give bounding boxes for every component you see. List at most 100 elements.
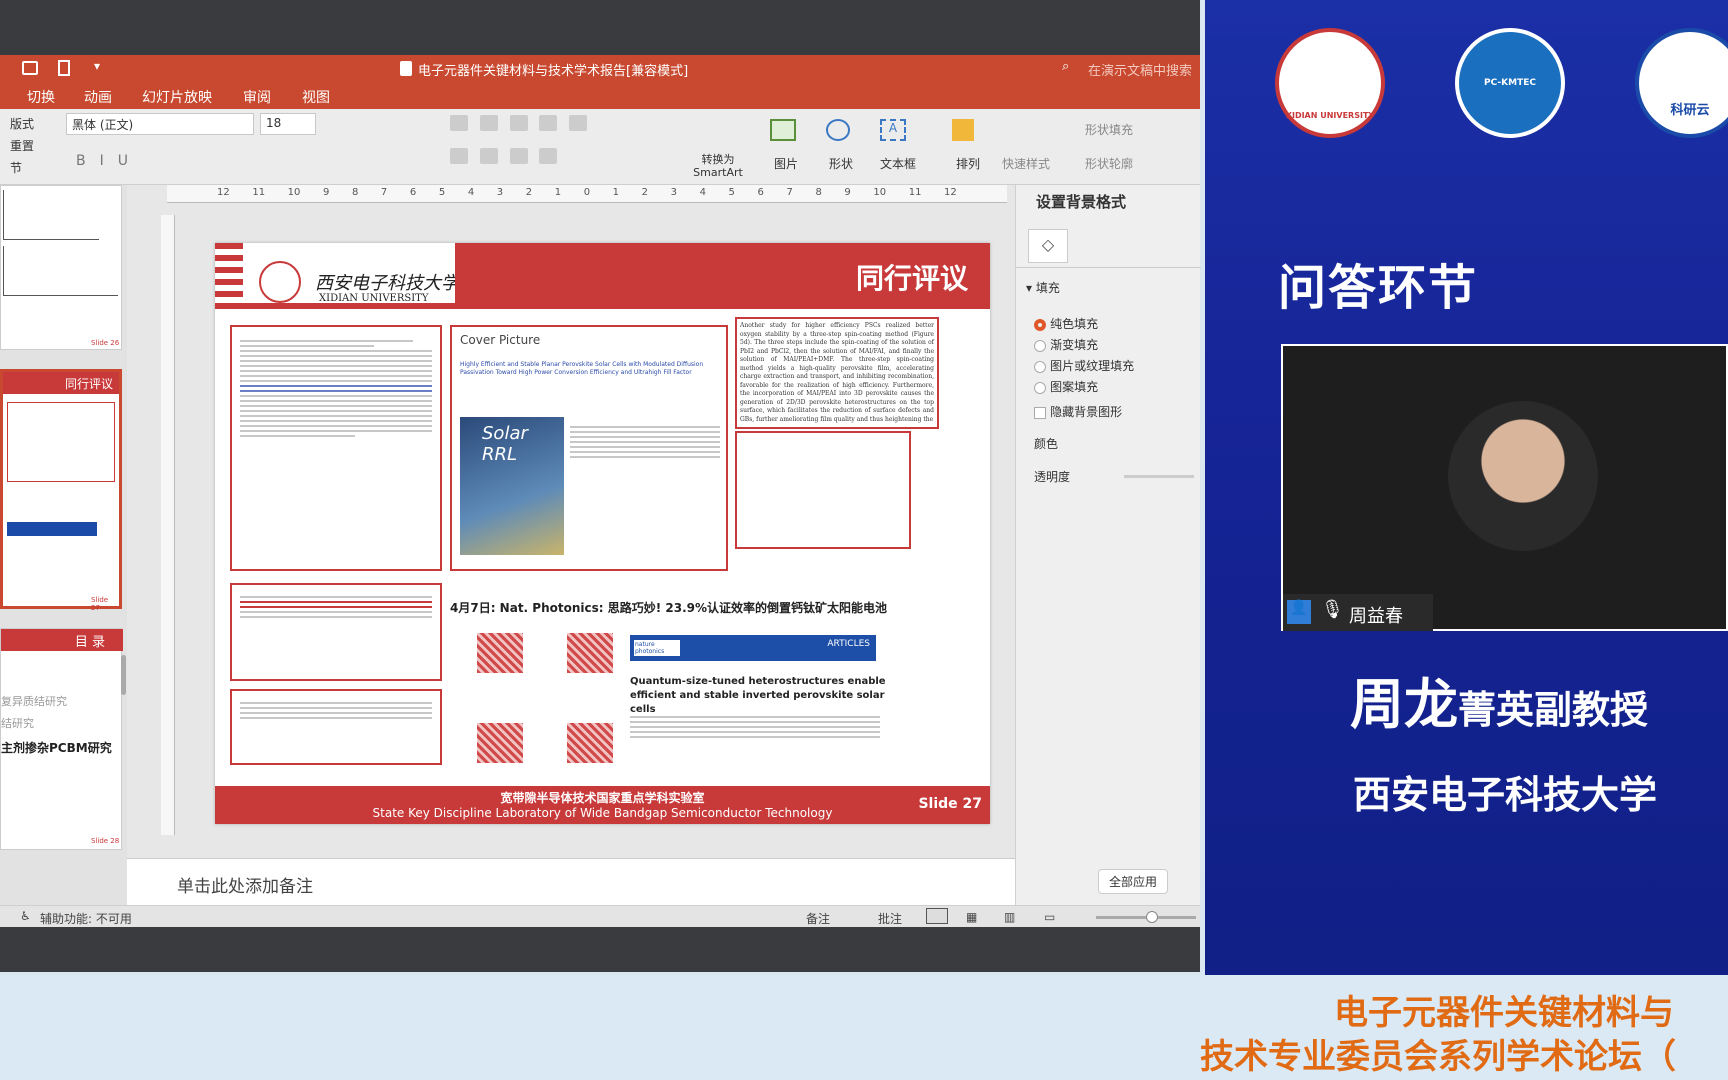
- np-article-title: Quantum-size-tuned heterostructures enab…: [630, 676, 886, 715]
- radio-icon[interactable]: [1034, 360, 1046, 373]
- sorter-view-icon[interactable]: ▦: [966, 910, 977, 924]
- picture-button[interactable]: 图片: [774, 155, 798, 172]
- shape-button[interactable]: 形状: [829, 155, 853, 172]
- textbox-icon[interactable]: A: [880, 119, 906, 141]
- thumb-slide-28[interactable]: 目 录 复异质结研究 结研究 主剂掺杂PCBM研究 Slide 28: [0, 628, 123, 850]
- picture-icon[interactable]: [770, 119, 796, 141]
- thumb-scrollbar[interactable]: [121, 655, 126, 695]
- right-article-text: Another study for higher efficiency PSCs…: [740, 322, 934, 423]
- comments-toggle[interactable]: 批注: [878, 910, 902, 927]
- textbox-button[interactable]: 文本框: [880, 155, 916, 172]
- arrange-button[interactable]: 排列: [956, 155, 980, 172]
- notes-toggle[interactable]: 备注: [806, 910, 830, 927]
- convert-smartart-button[interactable]: 转换为 SmartArt: [690, 153, 746, 179]
- xidian-logo-text: XIDIAN UNIVERSITY: [1285, 111, 1375, 120]
- accessibility-icon[interactable]: ♿: [20, 909, 31, 923]
- banner-line-2: 技术专业委员会系列学术论坛（: [1200, 1037, 1676, 1077]
- ruler-number: 8: [351, 187, 359, 198]
- ruler-number: 3: [496, 187, 504, 198]
- accessibility-status[interactable]: 辅助功能: 不可用: [40, 910, 132, 927]
- slideshow-icon[interactable]: ▭: [1044, 910, 1055, 924]
- bold-button[interactable]: B: [76, 153, 100, 169]
- bullet-list-icon[interactable]: [450, 115, 468, 131]
- shape-outline-button[interactable]: 形状轮廓: [1085, 155, 1133, 172]
- line-spacing-icon[interactable]: [569, 115, 588, 131]
- pc-kmtec-logo: PC-KMTEC: [1455, 28, 1565, 138]
- radio-icon[interactable]: [1034, 339, 1046, 352]
- reset-button[interactable]: 重置: [10, 137, 34, 154]
- justify-icon[interactable]: [539, 148, 558, 164]
- fill-option-pattern[interactable]: 图案填充: [1034, 378, 1098, 395]
- ruler-number: 4: [467, 187, 475, 198]
- font-name-select[interactable]: 黑体 (正文): [66, 113, 254, 135]
- menu-view[interactable]: 视图: [302, 87, 330, 107]
- fill-section-header[interactable]: ▾ 填充: [1026, 279, 1060, 296]
- zoom-slider[interactable]: [1096, 911, 1196, 923]
- menu-animation[interactable]: 动画: [84, 87, 112, 107]
- align-left-icon[interactable]: [450, 148, 468, 164]
- transparency-slider[interactable]: [1124, 475, 1194, 478]
- left-box-3: [230, 689, 442, 765]
- menu-slideshow[interactable]: 幻灯片放映: [142, 87, 212, 107]
- thumb-slide-26[interactable]: Slide 26: [0, 185, 122, 350]
- quick-style-button[interactable]: 快速样式: [1002, 155, 1050, 172]
- number-list-icon[interactable]: [479, 115, 498, 131]
- cover-article-title: Highly Efficient and Stable Planar Perov…: [460, 361, 704, 376]
- zoom-slider-thumb[interactable]: [1146, 911, 1158, 923]
- user-icon: 👤: [1287, 600, 1311, 624]
- hide-background-checkbox[interactable]: 隐藏背景图形: [1034, 403, 1122, 420]
- arrange-icon[interactable]: [952, 119, 974, 141]
- search-icon[interactable]: ⌕: [1062, 59, 1069, 74]
- menu-review[interactable]: 审阅: [243, 87, 271, 107]
- speaker-video: 👤 🎙 周益春: [1281, 344, 1728, 631]
- font-size-select[interactable]: 18: [260, 113, 316, 135]
- font-format-buttons: BIU: [76, 153, 142, 169]
- align-center-icon[interactable]: [479, 148, 498, 164]
- outdent-icon[interactable]: [539, 115, 558, 131]
- panel-title: 设置背景格式: [1036, 193, 1127, 211]
- fill-tab-icon[interactable]: ◇: [1028, 229, 1068, 263]
- fill-option-picture[interactable]: 图片或纹理填充: [1034, 357, 1134, 374]
- color-label: 颜色: [1034, 437, 1059, 451]
- ruler-number: 9: [844, 187, 851, 198]
- menu-bar: 切换 动画 幻灯片放映 审阅 视图: [0, 83, 1200, 109]
- reading-view-icon[interactable]: ▥: [1004, 910, 1015, 924]
- thumb-header-title: 同行评议: [64, 377, 113, 391]
- cover-picture-title: Cover Picture: [460, 333, 541, 347]
- fill-option-solid[interactable]: 纯色填充: [1034, 315, 1098, 332]
- fill-option-gradient[interactable]: 渐变填充: [1034, 336, 1098, 353]
- save-icon[interactable]: [22, 61, 38, 75]
- shape-icon[interactable]: [826, 119, 850, 141]
- schematic-box: [735, 431, 911, 549]
- italic-button[interactable]: I: [100, 153, 118, 169]
- menu-switch[interactable]: 切换: [27, 87, 55, 107]
- current-slide[interactable]: 西安电子科技大学 XIDIAN UNIVERSITY 同行评议 Cover Pi…: [215, 243, 990, 824]
- ruler-number: 10: [873, 187, 887, 198]
- search-input[interactable]: 在演示文稿中搜索: [1088, 60, 1192, 79]
- radio-selected-icon[interactable]: [1034, 318, 1046, 331]
- section-button[interactable]: 节: [10, 159, 22, 176]
- indent-icon[interactable]: [509, 115, 528, 131]
- notes-placeholder[interactable]: 单击此处添加备注: [177, 872, 313, 897]
- normal-view-icon[interactable]: [926, 908, 948, 924]
- speaker-affiliation: 西安电子科技大学: [1353, 773, 1658, 817]
- ruler-number: 6: [409, 187, 417, 198]
- pc-kmtec-logo-text: PC-KMTEC: [1484, 78, 1536, 88]
- keyanyun-logo-text: 科研云: [1670, 103, 1710, 118]
- qa-title: 问答环节: [1278, 260, 1479, 316]
- ruler-number: 7: [380, 187, 388, 198]
- underline-button[interactable]: U: [118, 153, 142, 169]
- layout-button[interactable]: 版式: [10, 115, 34, 132]
- dropdown-icon[interactable]: ▾: [94, 59, 100, 73]
- align-right-icon[interactable]: [509, 148, 528, 164]
- checkbox-icon[interactable]: [1034, 406, 1046, 419]
- banner-line-1: 电子元器件关键材料与: [1334, 993, 1674, 1033]
- microphone-icon[interactable]: 🎙: [1321, 599, 1344, 620]
- radio-icon[interactable]: [1034, 381, 1046, 394]
- shape-fill-button[interactable]: 形状填充: [1085, 121, 1133, 138]
- apply-all-button[interactable]: 全部应用: [1098, 869, 1169, 894]
- new-doc-icon[interactable]: [58, 60, 70, 76]
- thumb-slide-27[interactable]: 同行评议 Slide 27: [0, 369, 122, 612]
- ruler-number: 10: [287, 187, 301, 198]
- speaker-name-block: 周龙菁英副教授: [1350, 660, 1648, 739]
